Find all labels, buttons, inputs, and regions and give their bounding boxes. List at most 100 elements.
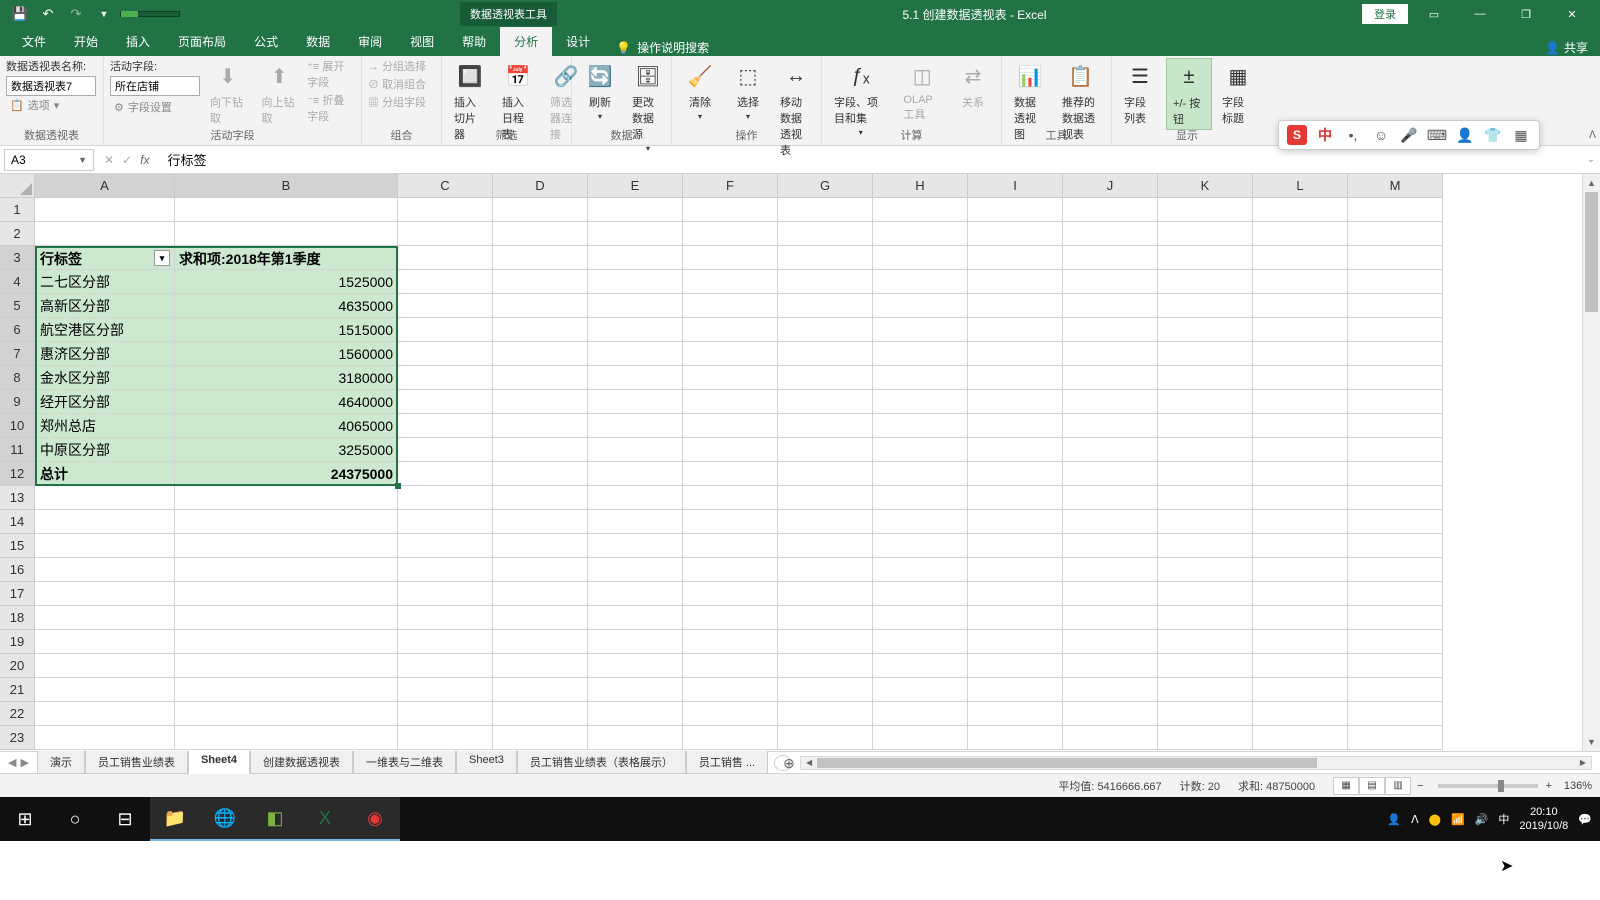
- cell-I7[interactable]: [968, 342, 1063, 366]
- row-header-1[interactable]: 1: [0, 198, 35, 222]
- cell-L13[interactable]: [1253, 486, 1348, 510]
- cell-A5[interactable]: 高新区分部: [35, 294, 175, 318]
- cell-G4[interactable]: [778, 270, 873, 294]
- cell-H17[interactable]: [873, 582, 968, 606]
- cell-D11[interactable]: [493, 438, 588, 462]
- cell-C4[interactable]: [398, 270, 493, 294]
- tab-home[interactable]: 开始: [60, 27, 112, 56]
- cell-A13[interactable]: [35, 486, 175, 510]
- name-box[interactable]: A3 ▼: [4, 149, 94, 171]
- cell-J23[interactable]: [1063, 726, 1158, 750]
- cell-I21[interactable]: [968, 678, 1063, 702]
- cell-M17[interactable]: [1348, 582, 1443, 606]
- cell-H4[interactable]: [873, 270, 968, 294]
- cell-G13[interactable]: [778, 486, 873, 510]
- cell-M4[interactable]: [1348, 270, 1443, 294]
- cell-D20[interactable]: [493, 654, 588, 678]
- row-header-22[interactable]: 22: [0, 702, 35, 726]
- cell-E3[interactable]: [588, 246, 683, 270]
- cell-J19[interactable]: [1063, 630, 1158, 654]
- ime-emoji-icon[interactable]: ☺: [1371, 125, 1391, 145]
- cell-D17[interactable]: [493, 582, 588, 606]
- cell-K14[interactable]: [1158, 510, 1253, 534]
- cell-J12[interactable]: [1063, 462, 1158, 486]
- cell-K19[interactable]: [1158, 630, 1253, 654]
- cell-H12[interactable]: [873, 462, 968, 486]
- cell-E2[interactable]: [588, 222, 683, 246]
- cell-M22[interactable]: [1348, 702, 1443, 726]
- cell-M1[interactable]: [1348, 198, 1443, 222]
- cell-A16[interactable]: [35, 558, 175, 582]
- cell-B16[interactable]: [175, 558, 398, 582]
- zoom-slider[interactable]: [1438, 784, 1538, 788]
- cell-F7[interactable]: [683, 342, 778, 366]
- row-header-17[interactable]: 17: [0, 582, 35, 606]
- cell-F15[interactable]: [683, 534, 778, 558]
- cell-C18[interactable]: [398, 606, 493, 630]
- cell-J21[interactable]: [1063, 678, 1158, 702]
- row-header-11[interactable]: 11: [0, 438, 35, 462]
- field-headers-button[interactable]: ▦字段标题: [1216, 58, 1260, 128]
- cell-J6[interactable]: [1063, 318, 1158, 342]
- cell-I20[interactable]: [968, 654, 1063, 678]
- cell-D9[interactable]: [493, 390, 588, 414]
- cell-J13[interactable]: [1063, 486, 1158, 510]
- cell-B11[interactable]: 3255000: [175, 438, 398, 462]
- ime-user-icon[interactable]: 👤: [1455, 125, 1475, 145]
- cell-I16[interactable]: [968, 558, 1063, 582]
- column-header-C[interactable]: C: [398, 174, 493, 198]
- cell-A12[interactable]: 总计: [35, 462, 175, 486]
- sheet-nav-buttons[interactable]: ◀ ▶: [0, 756, 37, 769]
- cell-F8[interactable]: [683, 366, 778, 390]
- cell-F4[interactable]: [683, 270, 778, 294]
- field-settings-button[interactable]: ⚙ 字段设置: [110, 98, 200, 116]
- cell-K20[interactable]: [1158, 654, 1253, 678]
- row-header-15[interactable]: 15: [0, 534, 35, 558]
- cell-H2[interactable]: [873, 222, 968, 246]
- cell-L22[interactable]: [1253, 702, 1348, 726]
- cell-L20[interactable]: [1253, 654, 1348, 678]
- cell-D22[interactable]: [493, 702, 588, 726]
- cell-D21[interactable]: [493, 678, 588, 702]
- cell-C9[interactable]: [398, 390, 493, 414]
- cell-F20[interactable]: [683, 654, 778, 678]
- cell-J3[interactable]: [1063, 246, 1158, 270]
- sheet-tab-2[interactable]: Sheet4: [188, 751, 250, 774]
- cell-C23[interactable]: [398, 726, 493, 750]
- cell-I6[interactable]: [968, 318, 1063, 342]
- cell-D5[interactable]: [493, 294, 588, 318]
- cell-C5[interactable]: [398, 294, 493, 318]
- cell-K6[interactable]: [1158, 318, 1253, 342]
- cell-I3[interactable]: [968, 246, 1063, 270]
- column-header-E[interactable]: E: [588, 174, 683, 198]
- scroll-right-icon[interactable]: ▶: [1575, 757, 1591, 769]
- show-hidden-tray-icon[interactable]: ᐱ: [1411, 813, 1419, 826]
- close-icon[interactable]: ✕: [1552, 0, 1592, 28]
- row-header-8[interactable]: 8: [0, 366, 35, 390]
- cell-I18[interactable]: [968, 606, 1063, 630]
- cell-B23[interactable]: [175, 726, 398, 750]
- cell-I10[interactable]: [968, 414, 1063, 438]
- cell-B17[interactable]: [175, 582, 398, 606]
- cell-C11[interactable]: [398, 438, 493, 462]
- ime-voice-icon[interactable]: 🎤: [1399, 125, 1419, 145]
- tab-insert[interactable]: 插入: [112, 27, 164, 56]
- sheet-tab-7[interactable]: 员工销售 ...: [686, 751, 768, 774]
- volume-tray-icon[interactable]: 🔊: [1475, 813, 1489, 826]
- cell-G3[interactable]: [778, 246, 873, 270]
- cell-I9[interactable]: [968, 390, 1063, 414]
- cell-E15[interactable]: [588, 534, 683, 558]
- people-tray-icon[interactable]: 👤: [1387, 813, 1401, 826]
- next-sheet-icon[interactable]: ▶: [20, 756, 28, 769]
- cell-L15[interactable]: [1253, 534, 1348, 558]
- cell-L14[interactable]: [1253, 510, 1348, 534]
- cell-A21[interactable]: [35, 678, 175, 702]
- cell-A17[interactable]: [35, 582, 175, 606]
- cell-A14[interactable]: [35, 510, 175, 534]
- cell-L1[interactable]: [1253, 198, 1348, 222]
- cell-C3[interactable]: [398, 246, 493, 270]
- cell-E8[interactable]: [588, 366, 683, 390]
- tab-data[interactable]: 数据: [292, 27, 344, 56]
- cell-K22[interactable]: [1158, 702, 1253, 726]
- cell-E20[interactable]: [588, 654, 683, 678]
